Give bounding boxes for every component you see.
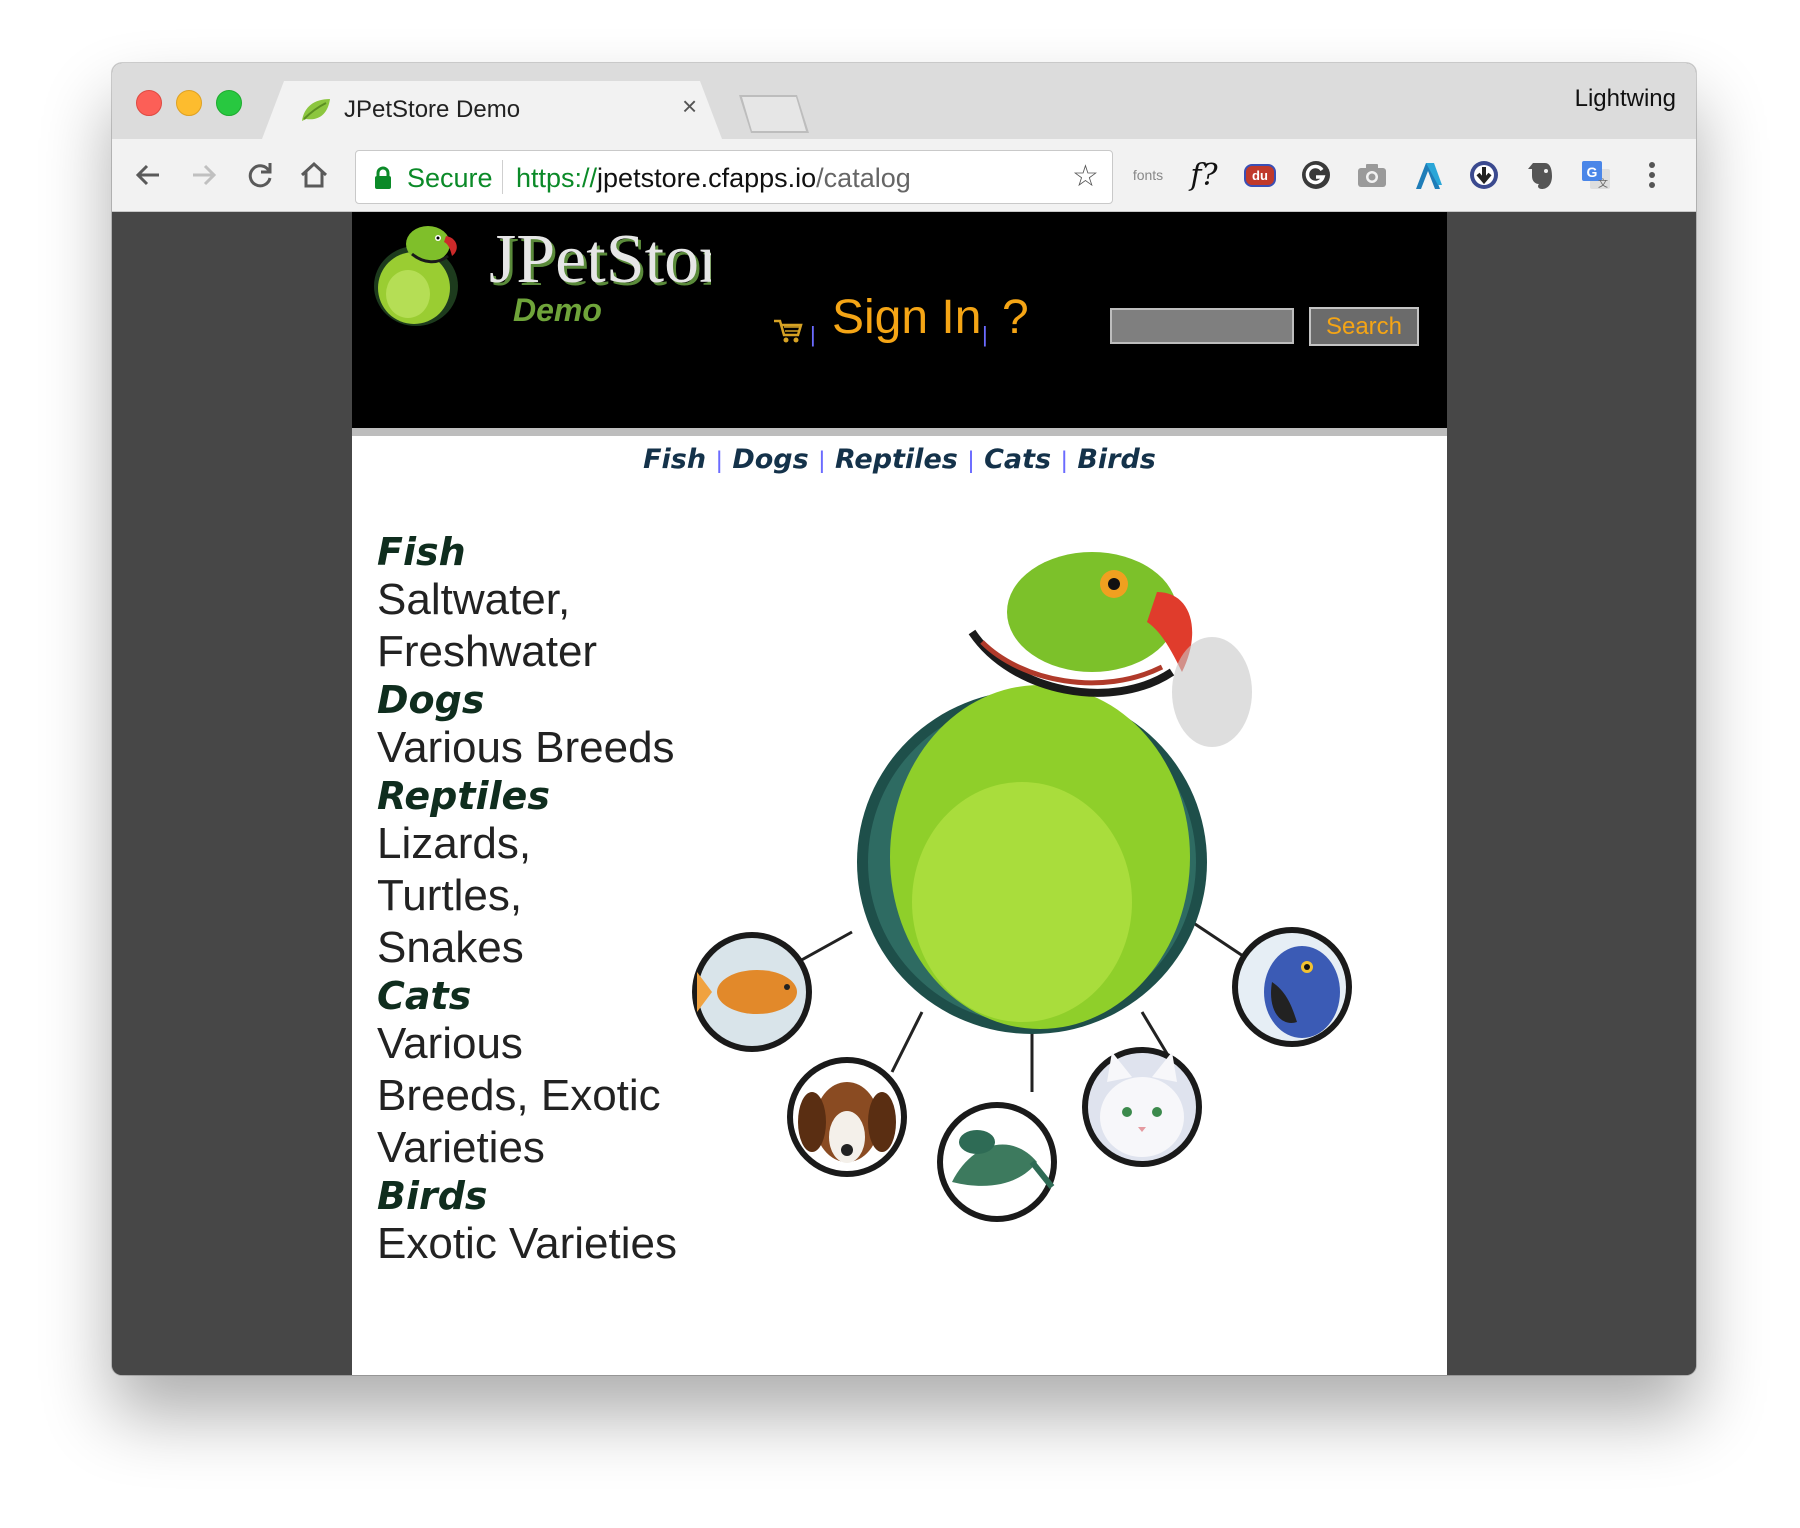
goldfish-fish-image[interactable] [692,932,812,1052]
lambda-extension-icon[interactable] [1408,157,1448,193]
search-input[interactable] [1110,308,1294,344]
sidebar-description-reptiles: Lizards, Turtles, Snakes [377,819,532,972]
bookmark-star-icon[interactable]: ☆ [1072,159,1099,194]
browser-toolbar: Secure https://jpetstore.cfapps.io/catal… [112,139,1696,212]
back-arrow-icon [135,164,159,186]
back-button[interactable] [128,155,168,195]
sidebar-description-fish: Saltwater, Freshwater [377,575,598,676]
parrot-logo-icon[interactable] [368,220,468,330]
grammarly-icon [1302,161,1330,189]
whatfont-extension-icon[interactable]: f? [1184,157,1224,193]
reload-icon [248,163,272,188]
new-tab-button[interactable] [742,97,806,131]
persian-cats-image[interactable] [1082,1047,1202,1167]
url-text: https://jpetstore.cfapps.io/catalog [516,163,911,194]
quick-links: Fish | Dogs | Reptiles | Cats | Birds [352,444,1447,475]
category-sidebar: Fish Saltwater, Freshwater Dogs Various … [377,530,707,1270]
download-extension-icon[interactable] [1464,157,1504,193]
close-window-button[interactable] [136,90,162,116]
tab-close-icon[interactable]: × [682,91,697,122]
tab-title: JPetStore Demo [344,96,521,123]
kebab-menu-icon [1649,162,1655,188]
header-separator: | [810,322,816,347]
url-host: jpetstore.cfapps.io [597,163,817,193]
quicklink-birds[interactable]: Birds [1077,444,1156,475]
fonts-extension-icon[interactable]: fonts [1128,157,1168,193]
sidebar-description-birds: Exotic Varieties [377,1219,677,1268]
header-separator: | [982,322,988,347]
lambda-icon [1416,163,1442,189]
secure-label: Secure [407,163,493,193]
sidebar-description-dogs: Various Breeds [377,723,675,772]
sidebar-description-cats: Various Breeds, Exotic Varieties [377,1019,661,1172]
quicklink-dogs[interactable]: Dogs [732,444,808,475]
leaf-favicon-icon [302,99,330,121]
logo-subtitle: Demo [513,292,602,328]
beagle-dogs-image[interactable] [787,1057,907,1177]
search-button[interactable]: Search [1309,307,1419,346]
url-path: /catalog [816,163,911,193]
address-bar[interactable]: Secure https://jpetstore.cfapps.io/catal… [355,150,1113,204]
grammarly-extension-icon[interactable] [1296,157,1336,193]
content-sheet: JPetStore Demo | Sign In | ? Search Fish… [352,212,1447,1375]
sidebar-category-birds[interactable]: Birds [377,1174,707,1218]
logo-title[interactable]: JPetStore [489,220,711,300]
forward-button[interactable] [184,155,224,195]
maximize-window-button[interactable] [216,90,242,116]
iguana-reptiles-image[interactable] [937,1102,1057,1222]
reload-button[interactable] [240,155,280,195]
quicklink-separator: | [1061,447,1068,474]
camera-icon [1358,164,1386,187]
shopping-cart-icon[interactable] [772,317,804,345]
sidebar-category-dogs[interactable]: Dogs [377,678,707,722]
screenshot-extension-icon[interactable] [1352,157,1392,193]
svg-text:文: 文 [1598,177,1608,190]
profile-name[interactable]: Lightwing [1575,85,1676,113]
du-badge: du [1244,163,1276,187]
svg-text:G: G [1587,164,1598,180]
url-scheme: https:// [516,163,598,193]
quicklink-separator: | [818,447,825,474]
page-viewport: JPetStore Demo | Sign In | ? Search Fish… [112,212,1696,1375]
address-separator [502,160,503,194]
quicklink-fish[interactable]: Fish [643,444,706,475]
quicklink-cats[interactable]: Cats [984,444,1051,475]
quicklink-reptiles[interactable]: Reptiles [835,444,958,475]
home-icon [300,161,328,188]
evernote-extension-icon[interactable] [1520,157,1560,193]
site-header: JPetStore Demo | Sign In | ? Search [352,212,1447,428]
sidebar-category-reptiles[interactable]: Reptiles [377,774,707,818]
quicklink-separator: | [967,447,975,474]
translate-extension-icon[interactable]: G 文 [1576,157,1616,193]
help-link[interactable]: ? [1002,290,1029,345]
browser-menu-icon[interactable] [1632,157,1672,193]
sidebar-category-fish[interactable]: Fish [377,530,707,574]
pet-category-image-map [692,552,1352,1222]
sidebar-category-cats[interactable]: Cats [377,974,707,1018]
sign-in-link[interactable]: Sign In [832,290,981,345]
parrot-birds-image[interactable] [857,552,1252,1034]
home-button[interactable] [294,155,334,195]
google-translate-icon: G 文 [1582,161,1610,190]
lock-icon [375,166,391,189]
browser-window: JPetStore Demo × Lightwing Secure https:… [112,63,1696,1375]
active-tab[interactable]: JPetStore Demo × [262,81,722,139]
macaw-birds-image[interactable] [1232,927,1352,1047]
forward-arrow-icon [193,164,217,186]
evernote-elephant-icon [1528,163,1552,189]
minimize-window-button[interactable] [176,90,202,116]
quicklink-separator: | [716,447,723,474]
tab-strip: JPetStore Demo × Lightwing [112,63,1696,139]
du-extension-icon[interactable]: du [1240,157,1280,193]
download-icon [1470,161,1498,189]
header-rule [352,428,1447,436]
